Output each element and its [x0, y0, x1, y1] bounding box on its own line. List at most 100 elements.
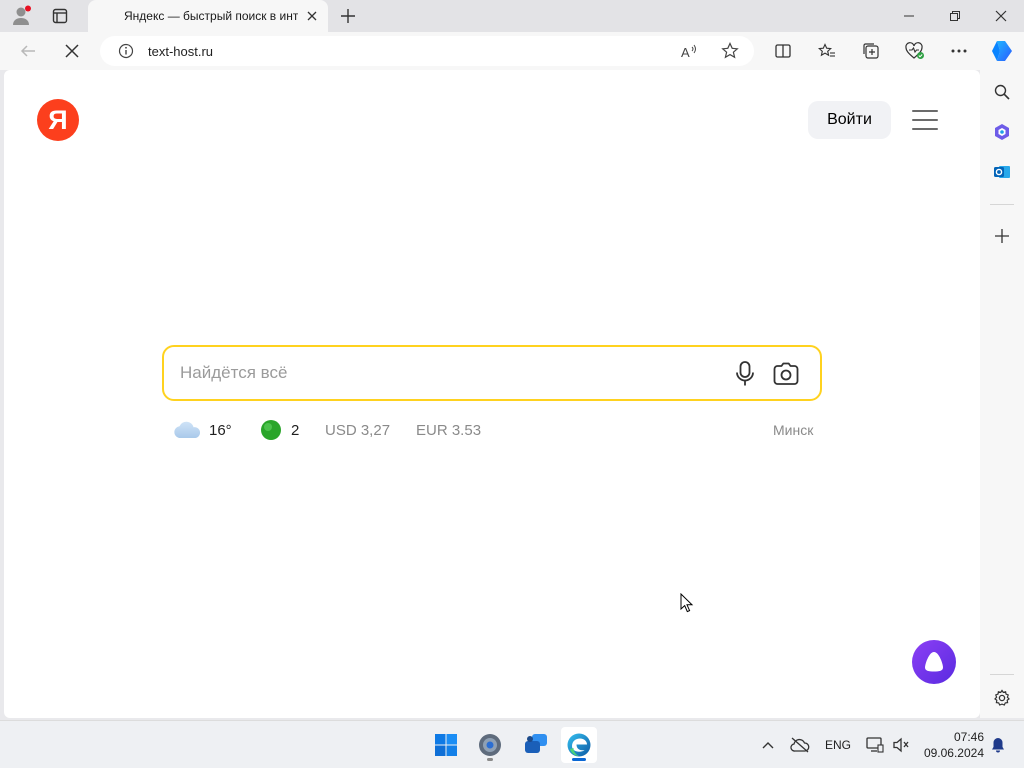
- favorites-icon: [818, 43, 835, 57]
- sidebar-microsoft365-button[interactable]: [988, 118, 1016, 146]
- clock-time: 07:46: [953, 730, 984, 744]
- login-button[interactable]: Войти: [808, 101, 891, 139]
- active-tab[interactable]: Яндекс — быстрый поиск в инт: [88, 0, 328, 32]
- traffic-light-icon: [261, 420, 281, 440]
- copilot-icon: [992, 41, 1012, 61]
- new-tab-icon: [341, 9, 355, 23]
- tab-actions-button[interactable]: [40, 0, 80, 32]
- address-bar[interactable]: text-host.ru A: [100, 36, 754, 66]
- stop-loading-icon: [65, 44, 79, 58]
- usd-rate-informer[interactable]: USD 3,27: [325, 418, 390, 442]
- site-info-icon: [118, 43, 134, 59]
- profile-button[interactable]: [2, 0, 42, 32]
- back-button[interactable]: [12, 35, 44, 67]
- favorite-button[interactable]: [720, 41, 740, 61]
- split-screen-icon: [775, 44, 791, 58]
- svg-text:A: A: [681, 45, 690, 59]
- voice-search-button[interactable]: [730, 359, 760, 389]
- restore-icon: [950, 11, 960, 21]
- edge-icon: [567, 733, 591, 757]
- start-button[interactable]: [428, 727, 464, 763]
- browser-essentials-button[interactable]: [900, 36, 930, 66]
- chat-icon: [525, 734, 547, 753]
- traffic-informer[interactable]: 2: [260, 418, 299, 442]
- read-aloud-button[interactable]: A: [680, 41, 700, 61]
- weather-temperature: 16°: [209, 421, 232, 439]
- windows-taskbar: ENG 07:46 09.06.2024: [0, 720, 1024, 768]
- more-icon: [951, 49, 967, 53]
- browser-toolbar: text-host.ru A: [0, 32, 1024, 70]
- mouse-cursor-icon: [680, 593, 694, 613]
- add-icon: [995, 229, 1009, 243]
- more-button[interactable]: [944, 36, 974, 66]
- url-text: text-host.ru: [148, 43, 214, 59]
- menu-button[interactable]: [910, 106, 940, 134]
- notifications-button[interactable]: [988, 733, 1008, 757]
- sidebar-divider: [990, 204, 1014, 205]
- close-icon: [307, 11, 317, 21]
- display-status-button[interactable]: [864, 733, 886, 757]
- outlook-icon: [994, 166, 1010, 178]
- back-icon: [20, 45, 35, 57]
- close-window-button[interactable]: [978, 0, 1024, 32]
- image-search-button[interactable]: [771, 359, 801, 389]
- sidebar-add-button[interactable]: [988, 222, 1016, 250]
- traffic-score: 2: [291, 421, 300, 439]
- settings-icon: [994, 689, 1010, 706]
- hamburger-icon-line: [912, 128, 938, 130]
- display-icon: [866, 737, 884, 753]
- new-tab-button[interactable]: [328, 0, 368, 32]
- informers-bar: 16° 2 USD 3,27 EUR 3.53 Минск: [172, 418, 822, 442]
- hamburger-icon-line: [912, 110, 938, 112]
- eur-rate-informer[interactable]: EUR 3.53: [416, 418, 481, 442]
- profile-icon: [13, 5, 31, 25]
- clock-date: 09.06.2024: [923, 746, 984, 760]
- yandex-logo[interactable]: Я: [37, 99, 79, 141]
- collections-button[interactable]: [856, 36, 886, 66]
- network-status-button[interactable]: [788, 733, 812, 757]
- sound-icon: [893, 737, 909, 753]
- web-content: Я Войти 16°: [4, 70, 980, 718]
- search-input[interactable]: [180, 357, 720, 389]
- sidebar-search-button[interactable]: [988, 78, 1016, 106]
- taskbar-settings-app[interactable]: [472, 727, 508, 763]
- tab-title: Яндекс — быстрый поиск в инт: [124, 9, 298, 23]
- sidebar-settings-button[interactable]: [988, 684, 1016, 712]
- site-info-button[interactable]: [116, 41, 136, 61]
- alice-button[interactable]: [912, 640, 956, 684]
- network-icon: [790, 737, 810, 753]
- taskbar-chat-app[interactable]: [518, 727, 554, 763]
- weather-informer[interactable]: 16°: [172, 418, 232, 442]
- sound-status-button[interactable]: [890, 733, 912, 757]
- weather-cloud-icon: [174, 421, 201, 438]
- language-label: ENG: [824, 738, 851, 752]
- taskbar-edge-app[interactable]: [561, 727, 597, 763]
- tab-actions-icon: [52, 8, 68, 24]
- minimize-button[interactable]: [886, 0, 932, 32]
- close-window-icon: [995, 10, 1007, 22]
- city-name: Минск: [773, 422, 814, 438]
- copilot-button[interactable]: [987, 36, 1017, 66]
- tab-close-button[interactable]: [304, 8, 320, 24]
- camera-search-icon: [773, 362, 799, 385]
- tab-bar: Яндекс — быстрый поиск в инт: [0, 0, 1024, 32]
- logo-letter: Я: [48, 104, 68, 135]
- browser-essentials-icon: [905, 42, 924, 59]
- restore-button[interactable]: [932, 0, 978, 32]
- sidebar-outlook-button[interactable]: [988, 158, 1016, 186]
- city-informer[interactable]: Минск: [773, 418, 813, 442]
- microsoft365-icon: [995, 124, 1009, 140]
- favorite-star-icon: [721, 42, 739, 59]
- split-screen-button[interactable]: [768, 36, 798, 66]
- language-indicator[interactable]: ENG: [822, 733, 854, 757]
- collections-icon: [863, 43, 879, 59]
- search-box[interactable]: [162, 345, 822, 401]
- settings-gear-icon: [479, 734, 501, 756]
- system-clock[interactable]: 07:46 09.06.2024: [916, 729, 984, 761]
- usd-rate: USD 3,27: [325, 421, 391, 439]
- search-icon: [994, 84, 1010, 100]
- stop-loading-button[interactable]: [56, 35, 88, 67]
- show-hidden-icons-button[interactable]: [756, 733, 780, 757]
- favorites-button[interactable]: [812, 36, 842, 66]
- minimize-icon: [904, 15, 914, 17]
